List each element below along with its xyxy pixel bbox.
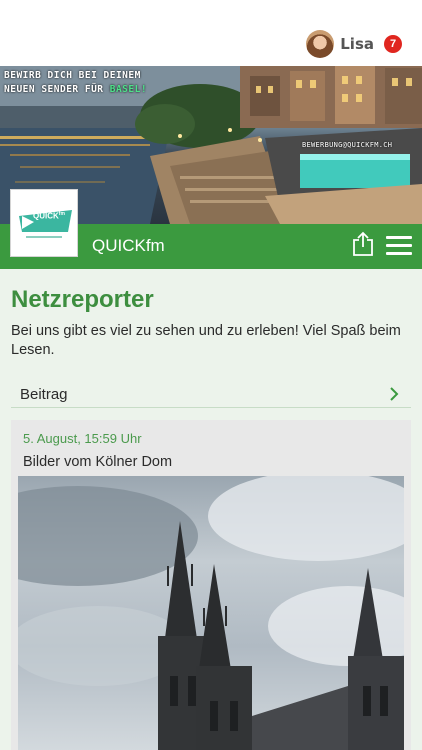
quickfm-logo-icon — [19, 210, 72, 238]
page-intro: Bei uns gibt es viel zu sehen und zu erl… — [11, 323, 401, 358]
cologne-cathedral-photo — [18, 476, 404, 750]
user-name[interactable]: Lisa — [340, 35, 374, 53]
banner-promo-highlight: BASEL! — [109, 84, 148, 95]
post-title[interactable]: Bilder vom Kölner Dom — [23, 454, 172, 470]
section-row-beitrag[interactable]: Beitrag — [11, 378, 411, 408]
station-name: QUICKfm — [92, 236, 165, 255]
top-bar: Lisa 7 — [0, 0, 422, 66]
logo-text: QUICKfm — [33, 211, 65, 221]
avatar[interactable] — [306, 30, 335, 58]
hamburger-menu-icon[interactable] — [386, 236, 412, 256]
user-menu[interactable]: Lisa 7 — [306, 30, 402, 58]
station-logo: QUICKfm — [10, 189, 78, 257]
banner-promo-line-1: BEWIRB DICH BEI DEINEM — [4, 70, 141, 81]
banner-promo-prefix: NEUEN SENDER FÜR — [4, 84, 110, 95]
page-title: Netzreporter — [11, 286, 154, 313]
banner-promo-url: BEWERBUNG@QUICKFM.CH — [302, 141, 393, 149]
chevron-right-icon[interactable] — [389, 386, 399, 402]
post-card[interactable]: 5. August, 15:59 Uhr Bilder vom Kölner D… — [11, 420, 411, 750]
section-label: Beitrag — [20, 386, 68, 403]
notification-badge[interactable]: 7 — [384, 35, 402, 53]
share-icon[interactable] — [352, 231, 374, 257]
post-date: 5. August, 15:59 Uhr — [23, 431, 142, 446]
post-photo[interactable] — [18, 476, 404, 750]
banner-promo-line-2: NEUEN SENDER FÜR BASEL! — [4, 84, 147, 95]
